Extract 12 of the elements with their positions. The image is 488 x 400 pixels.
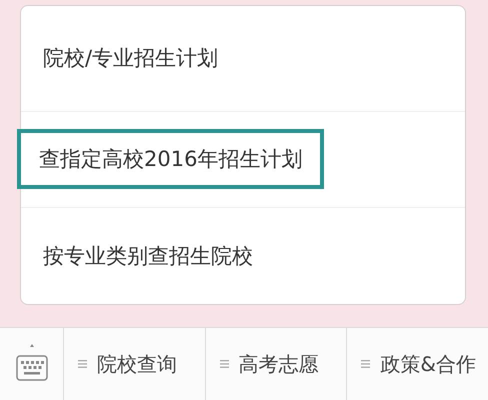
menu-icon — [361, 360, 370, 368]
tab-label: 高考志愿 — [238, 350, 319, 378]
tab-label: 院校查询 — [97, 350, 177, 378]
tab-label: 政策&合作 — [380, 350, 476, 378]
bottom-tab[interactable]: 政策&合作 — [347, 328, 488, 400]
menu-icon — [220, 360, 229, 368]
menu-item[interactable]: 院校/专业招生计划 — [21, 28, 240, 88]
bottom-tab[interactable]: 高考志愿 — [206, 328, 348, 400]
menu-item[interactable]: 按专业类别查招生院校 — [21, 226, 275, 286]
menu-item[interactable]: 查指定高校2016年招生计划 — [17, 129, 324, 190]
bottom-tab[interactable]: 院校查询 — [64, 328, 206, 400]
menu-icon — [78, 360, 87, 368]
